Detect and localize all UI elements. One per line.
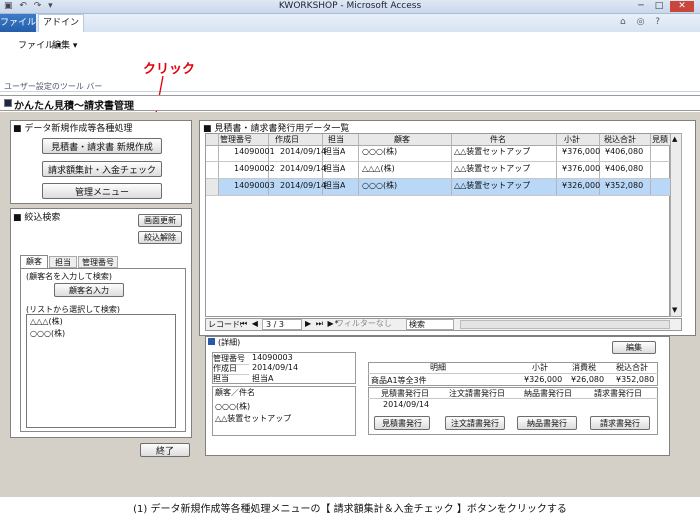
estimate-issue-date: 2014/09/14 (383, 400, 430, 409)
tab-staff[interactable]: 担当 (49, 256, 77, 268)
cell-staff[interactable]: 担当A (324, 146, 345, 158)
row-selector[interactable] (206, 178, 218, 195)
field-value-date: 2014/09/14 (252, 363, 299, 372)
customer-hint: (顧客名を入力して検索) (26, 272, 113, 281)
cell-subject[interactable]: △△装置セットアップ (454, 180, 530, 192)
section-filter-label: ■ 絞込検索 (13, 213, 61, 223)
form-title: かんたん見積〜請求書管理 (14, 101, 134, 112)
col-header-staff[interactable]: 担当 (328, 134, 344, 146)
list-item[interactable]: △△△(株) (27, 315, 175, 328)
tab-management-number[interactable]: 管理番号 (78, 256, 118, 268)
new-estimate-button[interactable]: 見積書・請求書 新規作成 (42, 138, 162, 154)
col-header-subject[interactable]: 件名 (490, 134, 506, 146)
cell-subject[interactable]: △△装置セットアップ (454, 163, 530, 175)
col-header-estimate[interactable]: 見積 (652, 134, 670, 146)
invoice-issue-button[interactable]: 請求書発行 (590, 416, 650, 430)
cell-staff[interactable]: 担当A (324, 180, 345, 192)
col-header-id[interactable]: 管理番号 (220, 134, 252, 146)
cell-subject[interactable]: △△装置セットアップ (454, 146, 530, 158)
cell-customer[interactable]: ○○○(株) (362, 180, 397, 192)
filter-status[interactable]: フィルターなし (336, 319, 404, 330)
form-icon (4, 99, 12, 107)
breakdown-header: 明細 (430, 363, 446, 372)
item-subtotal: ¥326,000 (524, 375, 563, 384)
tab-customer[interactable]: 顧客 (20, 255, 48, 268)
cell-id[interactable]: 14090001 (234, 146, 275, 158)
vertical-scrollbar[interactable] (670, 133, 682, 317)
nav-next-last-icon[interactable]: ▶ ⏭ ▶* (305, 319, 340, 329)
customer-input-button[interactable]: 顧客名入力 (54, 283, 124, 297)
tax-header: 消費税 (572, 363, 596, 372)
subtotal-header: 小計 (532, 363, 548, 372)
field-value-id: 14090003 (252, 353, 293, 362)
customer-subject-label: 顧客／件名 (215, 388, 255, 397)
exit-button[interactable]: 終了 (140, 443, 190, 457)
delivery-issue-button[interactable]: 納品書発行 (517, 416, 577, 430)
scroll-down-icon[interactable]: ▼ (672, 306, 677, 314)
col-header-total[interactable]: 税込合計 (604, 134, 636, 146)
nav-first-prev-icon[interactable]: ⏮ ◀ (240, 319, 259, 329)
cell-total[interactable]: ¥352,080 (605, 180, 643, 192)
list-item[interactable]: ○○○(株) (27, 328, 175, 339)
cell-subtotal[interactable]: ¥376,000 (562, 146, 600, 158)
cell-id[interactable]: 14090002 (234, 163, 275, 175)
cell-id[interactable]: 14090003 (234, 180, 275, 192)
cell-total[interactable]: ¥406,080 (605, 146, 643, 158)
cell-total[interactable]: ¥406,080 (605, 163, 643, 175)
record-position[interactable]: 3 / 3 (262, 319, 302, 330)
section-data-label: ■ データ新規作成等各種処理 (13, 124, 133, 134)
order-issue-button[interactable]: 注文請書発行 (445, 416, 505, 430)
col-header-date[interactable]: 作成日 (275, 134, 299, 146)
col-header-customer[interactable]: 顧客 (394, 134, 410, 146)
item-tax: ¥26,080 (571, 375, 605, 384)
clear-filter-button[interactable]: 絞込解除 (138, 231, 182, 244)
total-header: 税込合計 (616, 363, 648, 372)
horizontal-scrollbar[interactable] (460, 320, 670, 329)
field-value-staff: 担当A (252, 374, 274, 383)
edit-button[interactable]: 編集 (612, 341, 656, 354)
billing-check-button[interactable]: 請求額集計・入金チェック (42, 161, 162, 177)
scroll-up-icon[interactable]: ▲ (672, 135, 677, 143)
cell-staff[interactable]: 担当A (324, 163, 345, 175)
customer-listbox[interactable]: △△△(株) ○○○(株) (26, 314, 176, 428)
caption: (1) データ新規作成等各種処理メニューの【 請求額集計＆入金チェック 】ボタン… (133, 504, 567, 515)
admin-menu-button[interactable]: 管理メニュー (42, 183, 162, 199)
customer-value: ○○○(株) (215, 402, 251, 411)
cell-date[interactable]: 2014/09/14 (280, 163, 326, 175)
cell-customer[interactable]: △△△(株) (362, 163, 395, 175)
detail-icon (208, 338, 215, 345)
field-label-staff: 担当 (213, 374, 229, 383)
record-label: レコード: (208, 320, 243, 329)
cell-customer[interactable]: ○○○(株) (362, 146, 397, 158)
item-total: ¥352,080 (616, 375, 655, 384)
cell-subtotal[interactable]: ¥376,000 (562, 163, 600, 175)
col-header-subtotal[interactable]: 小計 (564, 134, 580, 146)
subject-value: △△装置セットアップ (215, 414, 292, 423)
refresh-button[interactable]: 画面更新 (138, 214, 182, 227)
cell-date[interactable]: 2014/09/14 (280, 180, 326, 192)
item-description: 商品A1等全3件 (371, 376, 427, 385)
cell-subtotal[interactable]: ¥326,000 (562, 180, 600, 192)
search-input[interactable]: 検索 (406, 319, 454, 330)
cell-date[interactable]: 2014/09/14 (280, 146, 326, 158)
estimate-issue-button[interactable]: 見積書発行 (374, 416, 430, 430)
detail-title: (詳細) (218, 338, 241, 347)
